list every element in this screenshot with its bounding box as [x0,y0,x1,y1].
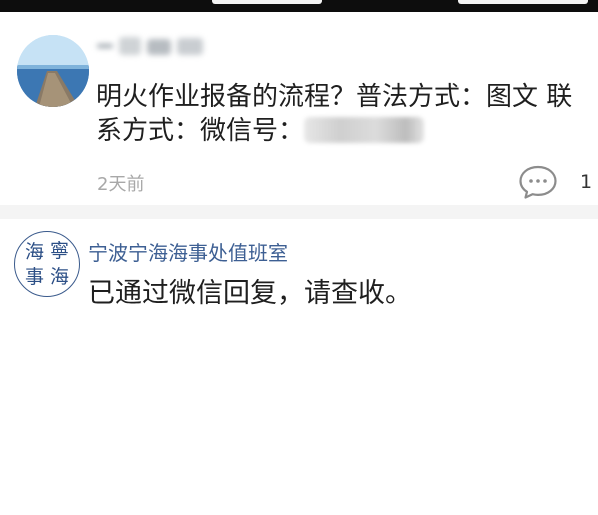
username-redacted [97,35,212,57]
wechat-id-redacted [304,117,425,143]
question-post: 明火作业报备的流程？普法方式：图文 联系方式：微信号： 2天前 1 [0,12,598,205]
user-avatar[interactable] [17,35,89,107]
seal-char: 事 [25,266,45,288]
official-reply: 海 寧 事 海 宁波宁海海事处值班室 已通过微信回复，请查收。 [0,219,598,515]
comment-bubble-icon [519,165,557,199]
post-timestamp: 2天前 [97,174,145,195]
section-divider [0,205,598,219]
reply-author-name[interactable]: 宁波宁海海事处值班室 [88,237,288,266]
seal-char: 海 [50,266,70,288]
comment-button[interactable] [518,164,558,200]
status-bar-notch [212,0,322,4]
status-bar [0,0,598,12]
seal-char: 寧 [50,240,70,262]
status-bar-notch [458,0,588,4]
seal-char: 海 [25,241,45,263]
comment-count: 1 [580,171,593,193]
reply-text: 已通过微信回复，请查收。 [88,278,412,309]
official-seal-avatar[interactable]: 海 寧 事 海 [14,231,80,297]
post-text: 明火作业报备的流程？普法方式：图文 联系方式：微信号： [96,80,594,148]
